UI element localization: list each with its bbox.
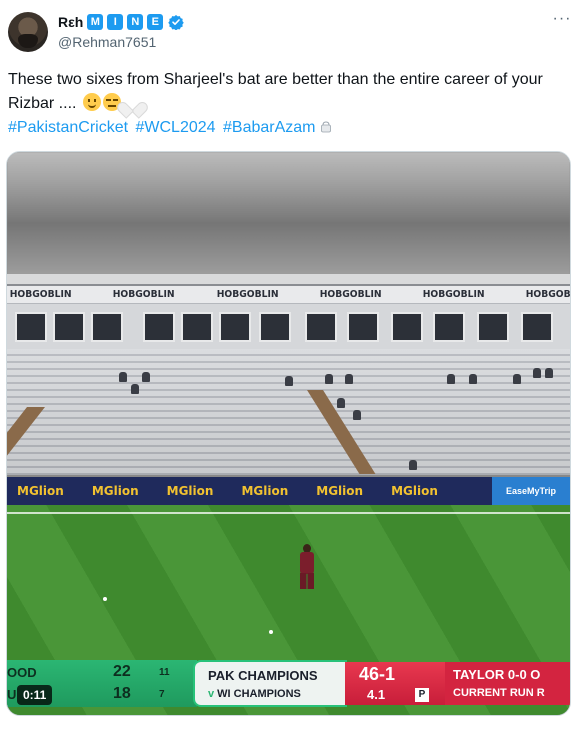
bowling-team: WI CHAMPIONS [217,688,301,700]
team-score: 46-1 [359,664,396,684]
current-run-rate: CURRENT RUN R [453,687,545,699]
banner-text: HOBGOBLIN [216,289,279,300]
box-window [433,312,465,342]
box-window [53,312,85,342]
score-panel: 46-1 4.1 P [345,662,445,705]
boundary-rope [7,512,570,514]
fielder [297,544,317,590]
batter-runs: 22 [113,663,131,680]
batter-balls: 11 [159,667,170,678]
box-window [391,312,423,342]
box-window [181,312,213,342]
spectator [545,368,553,378]
fielding-marker [103,597,107,601]
video-timestamp: 0:11 [17,685,53,705]
name-letter-e: E [147,14,164,30]
ad-board-text: MGlion [17,484,64,498]
box-window [259,312,291,342]
ad-board-text: MGlion [91,484,139,498]
author-handle[interactable]: @Rehman7651 [58,34,156,50]
score-overlay: OOD 22 11 U 18 7 PAK CHAMPIONS v WI CHAMP… [7,660,570,707]
ad-board-text: MGlion [166,484,214,498]
box-window [347,312,379,342]
hospitality-boxes [7,304,570,349]
box-window [305,312,337,342]
versus-mark: v [208,688,215,700]
name-letter-i: I [107,14,124,30]
handbag-icon [320,121,331,133]
banner-text: HOBGOBLIN [526,289,570,300]
batter-name: U [7,687,17,702]
hobgoblin-banner: HOBGOBLIN HOBGOBLIN HOBGOBLIN HOBGOBLIN … [7,286,570,304]
box-window [477,312,509,342]
banner-text: HOBGOBLIN [422,289,485,300]
spectator [285,376,293,386]
slightly-smiling-face-icon [82,93,101,111]
ad-board-text: MGlion [391,484,438,498]
batting-team: PAK CHAMPIONS [208,668,318,683]
spectator [533,368,541,378]
ad-board-text: MGlion [316,484,364,498]
powerplay-badge: P [415,688,429,702]
bowler-figures: TAYLOR 0-0 O [453,667,541,682]
spectator [142,372,150,382]
banner-text: HOBGOBLIN [9,289,72,300]
spectator [513,374,521,384]
white-heart-icon [123,93,141,111]
hashtag-wcl2024[interactable]: #WCL2024 [136,119,216,136]
bowling-team-row: v WI CHAMPIONS [208,688,301,700]
stand-roof [7,274,570,286]
advertising-board: MGlion MGlion MGlion MGlion MGlion MGlio… [7,477,570,505]
box-window [219,312,251,342]
banner-text: HOBGOBLIN [319,289,382,300]
batter-row: OOD 22 11 [7,662,197,684]
spectator [409,460,417,470]
spectator [325,374,333,384]
teams-panel: PAK CHAMPIONS v WI CHAMPIONS [195,662,345,705]
fielder-body [300,552,314,574]
box-window [143,312,175,342]
ad-board-sponsor: EaseMyTrip [492,477,570,505]
spectator [131,384,139,394]
spectator [447,374,455,384]
spectator [119,372,127,382]
sky-background [7,152,570,282]
bowler-panel: TAYLOR 0-0 O CURRENT RUN R [445,662,570,705]
verified-badge-icon[interactable] [168,14,185,30]
spectator [469,374,477,384]
video-player[interactable]: HOBGOBLIN HOBGOBLIN HOBGOBLIN HOBGOBLIN … [6,151,571,716]
name-letter-m: M [87,14,104,30]
batter-runs: 18 [113,685,131,702]
display-name[interactable]: Rεh [58,14,83,30]
fielder-legs [300,573,314,589]
box-window [521,312,553,342]
stands-shade [7,349,570,475]
display-name-row[interactable]: Rεh M I N E [58,14,185,30]
name-letter-n: N [127,14,144,30]
banner-text: HOBGOBLIN [112,289,175,300]
hashtag-pakistancricket[interactable]: #PakistanCricket [8,119,128,136]
fielding-marker [269,630,273,634]
spectator [345,374,353,384]
hashtag-babarazam[interactable]: #BabarAzam [223,119,316,136]
box-window [91,312,123,342]
box-window [15,312,47,342]
spectator [353,410,361,420]
overs: 4.1 [367,687,386,702]
avatar[interactable] [8,12,48,52]
batter-balls: 7 [159,689,165,700]
more-options-icon[interactable]: ··· [550,11,574,32]
post-text: These two sixes from Sharjeel's bat are … [8,68,568,116]
hashtag-row: #PakistanCricket #WCL2024 #BabarAzam [8,117,332,139]
batter-name: OOD [7,665,37,680]
ad-board-text: MGlion [241,484,289,498]
post-header: Rεh M I N E @Rehman7651 ··· [8,11,574,56]
spectator [337,398,345,408]
